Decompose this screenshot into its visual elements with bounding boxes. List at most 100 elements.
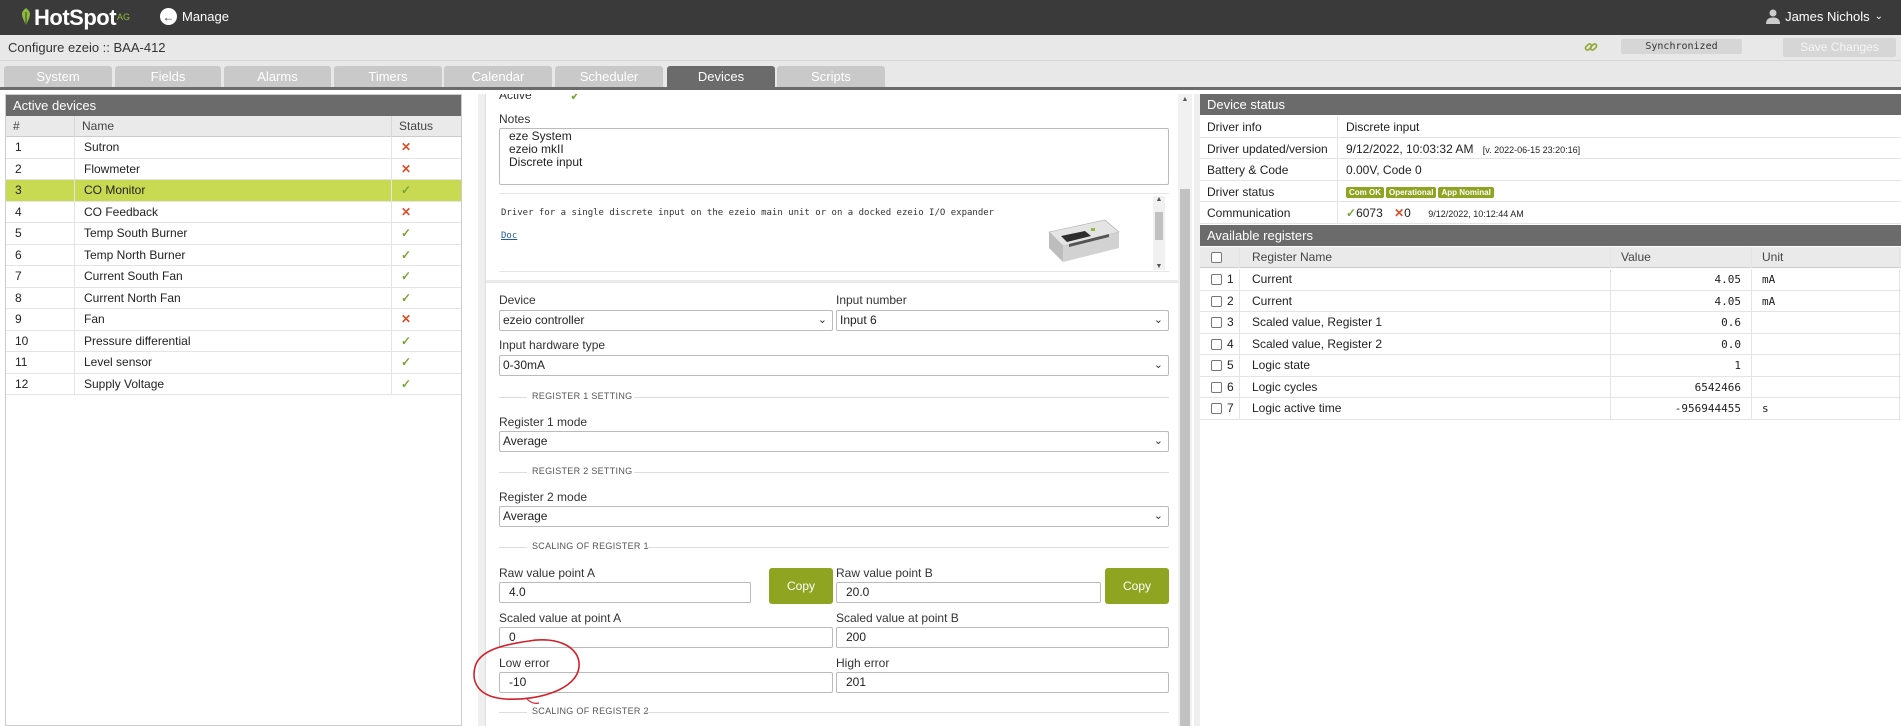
device-select[interactable]: ezeio controller ⌄ xyxy=(499,310,833,331)
register-row[interactable]: 4 Scaled value, Register 2 0.0 xyxy=(1200,333,1901,355)
register-row[interactable]: 7 Logic active time -956944455 s xyxy=(1200,398,1901,420)
col-value[interactable]: Value xyxy=(1611,247,1752,268)
section-register-1: REGISTER 1 SETTING xyxy=(499,391,1169,403)
register-row[interactable]: 6 Logic cycles 6542466 xyxy=(1200,376,1901,398)
available-registers-title: Available registers xyxy=(1200,225,1901,246)
copy-raw-b-button[interactable]: Copy xyxy=(1105,568,1169,604)
register-row[interactable]: 3 Scaled value, Register 1 0.6 xyxy=(1200,312,1901,334)
register-number: 1 xyxy=(1227,272,1234,286)
tab-calendar[interactable]: Calendar xyxy=(444,66,552,87)
register-row[interactable]: 1 Current 4.05 mA xyxy=(1200,269,1901,291)
scaled-b-input[interactable]: 200 xyxy=(836,627,1169,648)
copy-raw-a-button[interactable]: Copy xyxy=(769,568,833,604)
device-row[interactable]: 9 Fan ✕ xyxy=(6,309,461,331)
register-row[interactable]: 2 Current 4.05 mA xyxy=(1200,290,1901,312)
scroll-down-icon[interactable]: ▼ xyxy=(1153,263,1165,270)
status-key: Driver info xyxy=(1207,120,1262,134)
reg1-mode-select[interactable]: Average ⌄ xyxy=(499,431,1169,452)
high-error-input[interactable]: 201 xyxy=(836,672,1169,693)
status-badge: App Nominal xyxy=(1438,186,1494,198)
device-row[interactable]: 12 Supply Voltage ✓ xyxy=(6,373,461,395)
register-checkbox[interactable] xyxy=(1211,360,1222,372)
splitter-left[interactable] xyxy=(478,94,485,726)
hotspot-logo[interactable]: HotSpot AG xyxy=(20,5,130,30)
device-row[interactable]: 3 CO Monitor ✓ xyxy=(6,180,461,202)
device-number: 9 xyxy=(6,309,75,330)
register-row[interactable]: 5 Logic state 1 xyxy=(1200,355,1901,377)
section-title: SCALING OF REGISTER 2 xyxy=(532,706,649,716)
comm-error-count: 0 xyxy=(1404,206,1411,220)
notes-textarea[interactable]: eze System ezeio mkII Discrete input xyxy=(499,128,1169,185)
status-value: 9/12/2022, 10:03:32 AM [v. 2022-06-15 23… xyxy=(1346,142,1580,156)
manage-button[interactable]: ← Manage xyxy=(160,8,229,25)
tab-scheduler[interactable]: Scheduler xyxy=(555,66,663,87)
scroll-thumb[interactable] xyxy=(1180,189,1190,726)
register-value: 6542466 xyxy=(1611,376,1752,398)
device-number: 6 xyxy=(6,244,75,266)
device-number: 3 xyxy=(6,180,75,201)
save-changes-button[interactable]: Save Changes xyxy=(1783,38,1896,57)
tab-scripts[interactable]: Scripts xyxy=(777,66,885,87)
select-all-checkbox[interactable] xyxy=(1211,252,1222,264)
col-name[interactable]: Name xyxy=(75,116,392,137)
scaled-b-label: Scaled value at point B xyxy=(836,611,959,625)
register-checkbox[interactable] xyxy=(1211,338,1222,350)
section-register-2: REGISTER 2 SETTING xyxy=(499,466,1169,478)
description-scrollbar[interactable]: ▲ ▼ xyxy=(1153,196,1165,270)
col-unit[interactable]: Unit xyxy=(1752,247,1900,268)
register-checkbox[interactable] xyxy=(1211,317,1222,329)
register-name: Current xyxy=(1240,290,1611,312)
scroll-thumb[interactable] xyxy=(1155,212,1163,240)
status-row-communication: Communication ✓6073 ✕0 9/12/2022, 10:12:… xyxy=(1200,202,1901,224)
section-title: REGISTER 2 SETTING xyxy=(532,466,633,476)
tab-alarms[interactable]: Alarms xyxy=(224,66,331,87)
device-row[interactable]: 4 CO Feedback ✕ xyxy=(6,201,461,223)
register-value: 0.6 xyxy=(1611,312,1752,333)
doc-link[interactable]: Doc xyxy=(501,231,517,241)
col-num[interactable]: # xyxy=(6,116,75,137)
scroll-up-icon[interactable]: ▲ xyxy=(1153,196,1165,203)
raw-a-input[interactable]: 4.0 xyxy=(499,582,751,603)
device-name: Temp South Burner xyxy=(75,223,392,244)
col-register-name[interactable]: Register Name xyxy=(1240,247,1611,268)
notes-line: ezeio mkII xyxy=(509,142,564,156)
hw-type-select[interactable]: 0-30mA ⌄ xyxy=(499,355,1169,376)
device-row[interactable]: 7 Current South Fan ✓ xyxy=(6,266,461,288)
register-checkbox[interactable] xyxy=(1211,295,1222,307)
device-row[interactable]: 5 Temp South Burner ✓ xyxy=(6,223,461,245)
input-number-select[interactable]: Input 6 ⌄ xyxy=(836,310,1169,331)
comm-time: 9/12/2022, 10:12:44 AM xyxy=(1428,209,1524,219)
tab-fields[interactable]: Fields xyxy=(115,66,221,87)
raw-b-input[interactable]: 20.0 xyxy=(836,582,1101,603)
device-row[interactable]: 1 Sutron ✕ xyxy=(6,137,461,159)
user-menu[interactable]: James Nichols ⌄ xyxy=(1765,8,1883,24)
device-row[interactable]: 8 Current North Fan ✓ xyxy=(6,287,461,309)
device-row[interactable]: 6 Temp North Burner ✓ xyxy=(6,244,461,266)
register-checkbox[interactable] xyxy=(1211,381,1222,393)
tab-timers[interactable]: Timers xyxy=(334,66,442,87)
tab-system[interactable]: System xyxy=(4,66,112,87)
scroll-up-icon[interactable]: ▲ xyxy=(1178,96,1192,103)
col-status[interactable]: Status xyxy=(392,116,463,137)
divider xyxy=(499,547,527,548)
notes-line: Discrete input xyxy=(509,155,583,169)
device-row[interactable]: 11 Level sensor ✓ xyxy=(6,352,461,374)
device-row[interactable]: 2 Flowmeter ✕ xyxy=(6,158,463,180)
ezeio-device-image xyxy=(1045,214,1121,266)
register-checkbox[interactable] xyxy=(1211,403,1222,415)
config-scrollbar[interactable]: ▲ xyxy=(1178,94,1192,726)
tab-devices[interactable]: Devices xyxy=(667,66,775,87)
divider xyxy=(634,397,1169,398)
check-icon: ✓ xyxy=(401,333,412,348)
register-checkbox[interactable] xyxy=(1211,274,1222,286)
active-checkbox[interactable]: ✓ xyxy=(570,94,581,104)
device-select-value: ezeio controller xyxy=(503,313,585,327)
reg2-mode-select[interactable]: Average ⌄ xyxy=(499,506,1169,527)
tab-bar: System Fields Alarms Timers Calendar Sch… xyxy=(0,61,1901,90)
divider xyxy=(499,472,527,473)
device-name: Fan xyxy=(75,309,392,330)
device-name: Supply Voltage xyxy=(75,373,392,395)
status-row-battery: Battery & Code 0.00V, Code 0 xyxy=(1200,159,1901,181)
device-status: ✕ xyxy=(392,159,463,180)
device-row[interactable]: 10 Pressure differential ✓ xyxy=(6,330,461,352)
